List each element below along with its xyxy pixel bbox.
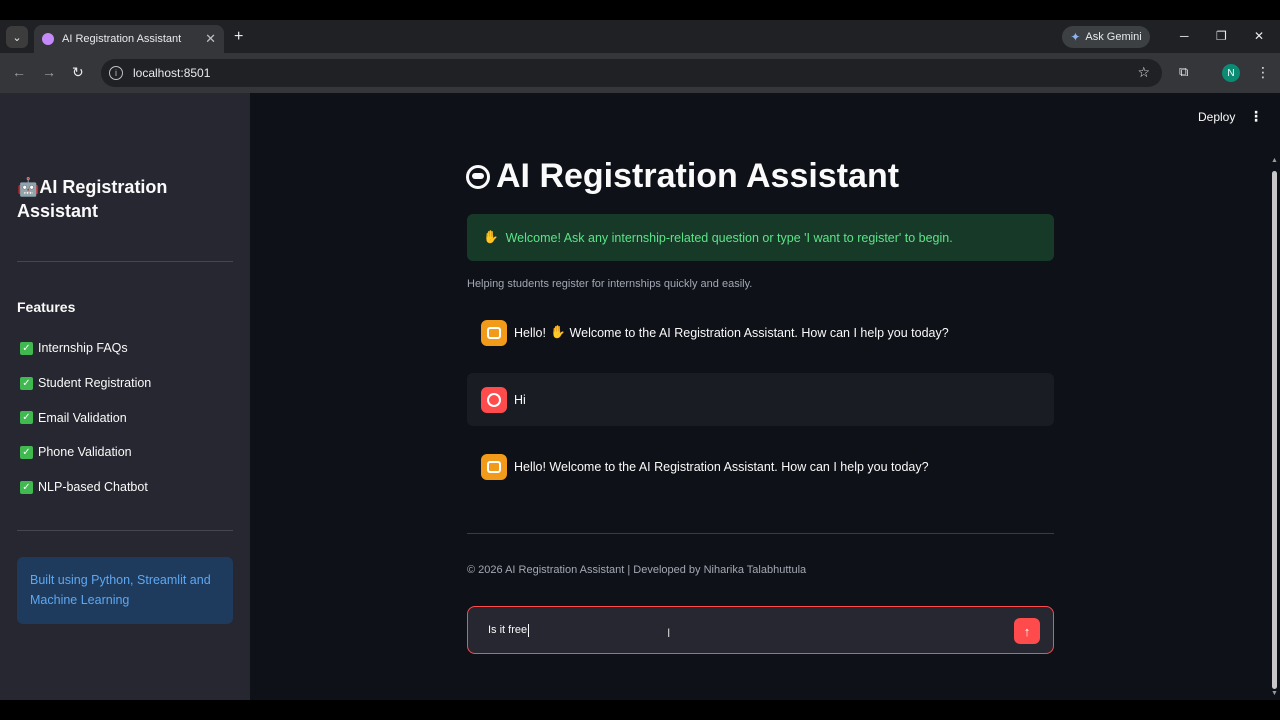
forward-arrow-icon[interactable]: → bbox=[42, 64, 56, 80]
close-window-icon[interactable]: ✕ bbox=[1254, 29, 1264, 43]
site-info-icon[interactable]: i bbox=[109, 66, 123, 80]
footer-divider bbox=[467, 533, 1054, 534]
chat-input[interactable]: Is it free ↑ bbox=[467, 606, 1054, 654]
back-arrow-icon[interactable]: ← bbox=[12, 64, 26, 80]
feature-item: ✓ Student Registration bbox=[20, 366, 151, 401]
robot-icon bbox=[466, 164, 490, 189]
feature-item: ✓ Internship FAQs bbox=[20, 331, 151, 366]
feature-item: ✓ Email Validation bbox=[20, 400, 151, 435]
features-list: ✓ Internship FAQs ✓ Student Registration ✓… bbox=[20, 331, 151, 504]
streamlit-app: 🤖AI Registration Assistant Features ✓ Int… bbox=[0, 93, 1280, 700]
url-text: localhost:8501 bbox=[133, 66, 211, 80]
waving-hand-icon: ✋ bbox=[549, 325, 566, 339]
browser-tab[interactable]: AI Registration Assistant ✕ bbox=[34, 25, 224, 53]
ask-gemini-button[interactable]: ✦ Ask Gemini bbox=[1062, 26, 1150, 48]
sidebar-divider bbox=[17, 261, 233, 262]
waving-hand-icon: ✋ bbox=[483, 230, 499, 244]
scroll-up-icon[interactable]: ▲ bbox=[1271, 157, 1278, 164]
browser-menu-icon[interactable]: ⋮ bbox=[1256, 64, 1270, 81]
features-heading: Features bbox=[17, 299, 76, 315]
minimize-icon[interactable]: ─ bbox=[1180, 29, 1189, 43]
user-message: Hi bbox=[467, 373, 1054, 426]
welcome-text: Welcome! Ask any internship-related ques… bbox=[505, 230, 953, 245]
bot-avatar-icon bbox=[481, 453, 507, 480]
message-text-post: Welcome to the AI Registration Assistant… bbox=[569, 325, 949, 340]
screen-bottom-bar bbox=[0, 700, 1280, 720]
gemini-sparkle-icon: ✦ bbox=[1070, 30, 1081, 44]
browser-toolbar: ← → ↻ i localhost:8501 ☆ ⧉ N ⋮ bbox=[0, 53, 1280, 93]
new-tab-button[interactable]: + bbox=[234, 28, 243, 46]
feature-item: ✓ Phone Validation bbox=[20, 435, 151, 470]
page-title: AI Registration Assistant bbox=[466, 157, 899, 196]
check-box-icon: ✓ bbox=[20, 341, 33, 355]
restore-icon[interactable]: ❐ bbox=[1216, 29, 1227, 43]
message-text: Hi bbox=[514, 392, 526, 407]
streamlit-favicon-icon bbox=[42, 33, 54, 45]
deploy-button[interactable]: Deploy bbox=[1198, 110, 1235, 124]
main-menu-icon[interactable]: ⋮ bbox=[1249, 108, 1263, 125]
address-bar[interactable]: i localhost:8501 ☆ bbox=[101, 59, 1162, 87]
tab-title: AI Registration Assistant bbox=[62, 33, 182, 45]
welcome-alert: ✋ Welcome! Ask any internship-related qu… bbox=[467, 214, 1054, 261]
scrollbar-thumb[interactable] bbox=[1272, 171, 1277, 689]
sidebar-title: 🤖AI Registration Assistant bbox=[17, 177, 168, 221]
check-box-icon: ✓ bbox=[20, 445, 33, 459]
message-text: Hello! Welcome to the AI Registration As… bbox=[514, 459, 929, 474]
bookmark-star-icon[interactable]: ☆ bbox=[1137, 64, 1150, 81]
send-button[interactable]: ↑ bbox=[1014, 618, 1040, 644]
profile-avatar[interactable]: N bbox=[1222, 64, 1240, 82]
user-avatar-icon bbox=[481, 386, 507, 413]
page-title-text: AI Registration Assistant bbox=[496, 157, 900, 195]
feature-item: ✓ NLP-based Chatbot bbox=[20, 470, 151, 505]
check-box-icon: ✓ bbox=[20, 480, 33, 494]
page-caption: Helping students register for internship… bbox=[467, 278, 753, 290]
assistant-message: Hello! Welcome to the AI Registration As… bbox=[467, 440, 1054, 493]
arrow-up-icon: ↑ bbox=[1023, 623, 1031, 639]
reload-icon[interactable]: ↻ bbox=[72, 64, 84, 81]
footer-text: © 2026 AI Registration Assistant | Devel… bbox=[467, 564, 807, 576]
sidebar-divider bbox=[17, 530, 233, 531]
extensions-puzzle-icon[interactable]: ⧉ bbox=[1179, 64, 1188, 80]
mouse-ibeam-cursor-icon: I bbox=[667, 626, 671, 640]
bot-avatar-icon bbox=[481, 319, 507, 346]
chat-input-value[interactable]: Is it free bbox=[488, 624, 527, 636]
scroll-down-icon[interactable]: ▼ bbox=[1271, 690, 1278, 697]
message-text-pre: Hello! bbox=[514, 325, 546, 340]
assistant-message: Hello! ✋ Welcome to the AI Registration … bbox=[467, 306, 1054, 359]
screen-top-bar bbox=[0, 0, 1280, 20]
close-tab-icon[interactable]: ✕ bbox=[205, 31, 216, 47]
check-box-icon: ✓ bbox=[20, 411, 33, 425]
tab-search-chevron-icon[interactable]: ⌄ bbox=[6, 26, 28, 48]
sidebar: 🤖AI Registration Assistant Features ✓ Int… bbox=[0, 93, 250, 700]
tab-strip: ⌄ AI Registration Assistant ✕ + ✦ Ask Ge… bbox=[0, 20, 1280, 53]
ask-gemini-label: Ask Gemini bbox=[1085, 31, 1142, 43]
check-box-icon: ✓ bbox=[20, 376, 33, 390]
text-caret bbox=[528, 623, 530, 637]
sidebar-info-box: Built using Python, Streamlit and Machin… bbox=[17, 557, 233, 624]
